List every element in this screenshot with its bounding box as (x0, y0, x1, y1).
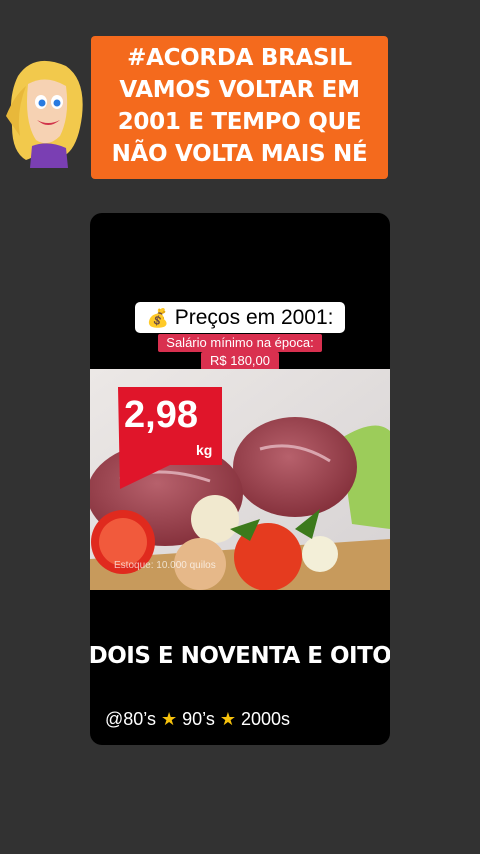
money-bag-icon: 💰 (146, 308, 169, 328)
headline-line-3: 2001 E TEMPO QUE (117, 109, 362, 135)
headline-line-1: #ACORDA BRASIL (127, 45, 352, 71)
price-title-label: 💰 Preços em 2001: (135, 302, 345, 333)
headline-banner: #ACORDA BRASIL VAMOS VOLTAR EM 2001 E TE… (91, 36, 388, 179)
salary-caption: Salário mínimo na época: (158, 334, 322, 352)
star-icon: ★ (219, 709, 236, 729)
stock-text: Estoque: 10.000 quilos (114, 560, 216, 571)
price-title-text: Preços em 2001: (174, 306, 334, 329)
handle-part-c: 2000s (241, 709, 291, 729)
meat-product-photo: 2,98 kg Estoque: 10.000 quilos (90, 369, 390, 590)
handle-part-a: @80’s (105, 709, 156, 729)
star-icon: ★ (160, 709, 178, 729)
cartoon-woman-avatar (6, 60, 83, 168)
salary-value: R$ 180,00 (201, 352, 279, 370)
headline-line-4: NÃO VOLTA MAIS NÉ (111, 141, 368, 167)
handle-part-b: 90’s (182, 709, 215, 729)
price-tag-unit: kg (196, 442, 212, 458)
video-panel[interactable]: 💰 Preços em 2001: Salário mínimo na époc… (90, 213, 390, 745)
spoken-caption: DOIS E NOVENTA E OITO (90, 643, 390, 669)
channel-handle: @80’s ★ 90’s ★ 2000s (105, 709, 290, 730)
price-tag-value: 2,98 (124, 394, 198, 436)
headline-line-2: VAMOS VOLTAR EM (119, 77, 360, 103)
